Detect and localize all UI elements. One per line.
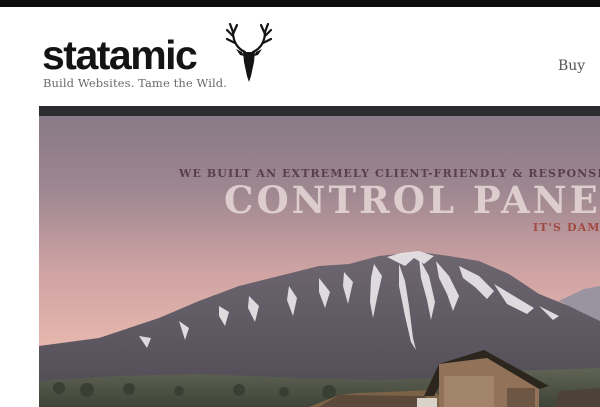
statamic-logo[interactable]: statamic Build Websites. Tame the Wild. bbox=[42, 22, 292, 94]
top-bar bbox=[0, 0, 600, 7]
hero-landscape-image bbox=[39, 106, 600, 407]
nav-buy-link[interactable]: Buy bbox=[558, 58, 585, 74]
hero-top-strip bbox=[39, 106, 600, 116]
deer-antlers-icon bbox=[225, 22, 273, 82]
hero-banner: WE BUILT AN EXTREMELY CLIENT-FRIENDLY & … bbox=[39, 106, 600, 407]
brand-name: statamic bbox=[42, 32, 198, 78]
page: statamic Build Websites. Tame the Wild. bbox=[0, 0, 600, 407]
hero-headline: CONTROL PANEL bbox=[224, 178, 600, 222]
hero-tagline: IT'S DAMN bbox=[533, 221, 600, 234]
tagline: Build Websites. Tame the Wild. bbox=[43, 76, 227, 90]
